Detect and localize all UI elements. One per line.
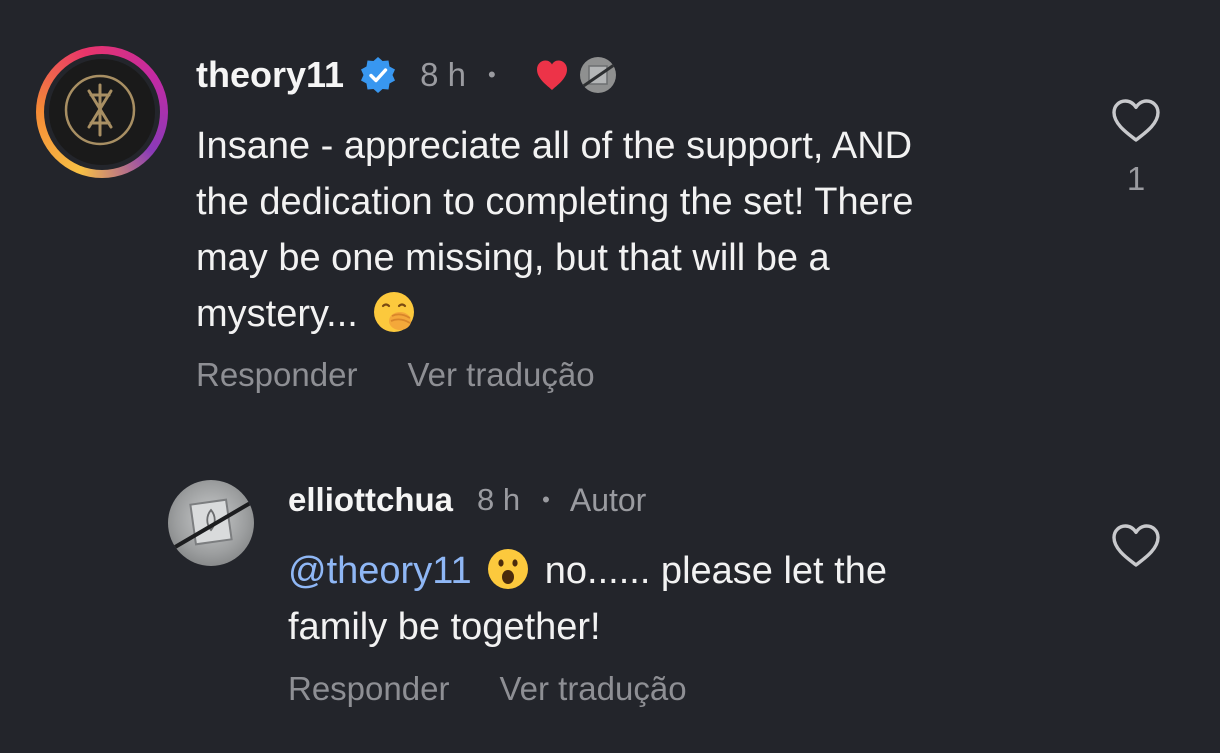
heart-outline-icon[interactable] [1110, 98, 1162, 144]
comment-actions: Responder Ver tradução [288, 670, 737, 708]
hand-over-mouth-emoji [374, 292, 415, 332]
username[interactable]: elliottchua [288, 481, 453, 519]
author-badge: Autor [569, 481, 647, 518]
reply-button[interactable]: Responder [288, 670, 449, 708]
creator-mini-avatar [579, 57, 616, 93]
comment-text: @theory11 no...... please let the family… [288, 543, 1048, 655]
timestamp: 8 h [420, 56, 466, 93]
like-count: 1 [1126, 160, 1146, 197]
comment-text: Insane - appreciate all of the support, … [196, 125, 914, 335]
mention-link[interactable]: @theory11 [288, 550, 472, 592]
username[interactable]: theory11 [196, 54, 344, 96]
separator-dot: • [487, 62, 496, 87]
story-ring-avatar[interactable] [36, 46, 168, 178]
comment-actions: Responder Ver tradução [196, 356, 645, 394]
surprised-face-emoji [488, 549, 529, 589]
heart-outline-icon[interactable] [1110, 523, 1162, 569]
card-box-avatar[interactable] [168, 480, 254, 566]
translate-button[interactable]: Ver tradução [407, 356, 594, 394]
timestamp: 8 h [477, 482, 521, 517]
reply-button[interactable]: Responder [196, 356, 357, 394]
separator-dot: • [542, 487, 550, 512]
comment-meta: theory11 8 h • [196, 50, 616, 100]
theory11-logo-avatar [49, 59, 155, 165]
red-heart-icon [536, 60, 567, 90]
translate-button[interactable]: Ver tradução [499, 670, 686, 708]
verified-badge-icon [361, 57, 396, 93]
reply-elliottchua: elliottchua 8 h • Autor @theory11 no....… [0, 430, 1220, 753]
comment-meta: elliottchua 8 h • Autor [288, 478, 646, 522]
comment-theory11: theory11 8 h • Insane - appreciate all o… [0, 0, 1220, 430]
